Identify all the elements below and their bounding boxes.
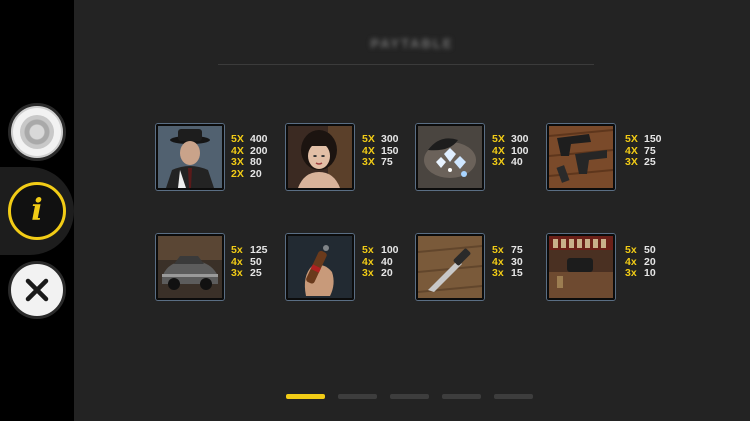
- sidebar: i: [0, 0, 74, 421]
- multiplier: 5X: [492, 133, 505, 145]
- page-indicator: [286, 394, 533, 399]
- multiplier: 3x: [625, 267, 637, 279]
- car-symbol-image: [158, 236, 222, 298]
- page-dot-3[interactable]: [390, 394, 429, 399]
- symbol-tile-pistols: [547, 124, 615, 190]
- payout: 100: [381, 244, 399, 256]
- page-title: PAYTABLE: [370, 36, 454, 51]
- pay-row: 5X 150: [625, 133, 662, 146]
- payout: 25: [250, 267, 262, 279]
- pay-row: 3X 75: [362, 156, 399, 169]
- payout: 300: [381, 133, 399, 145]
- payout: 80: [250, 156, 262, 168]
- payout: 75: [381, 156, 393, 168]
- settings-icon: [20, 115, 54, 149]
- pays-knife: 5x 75 4x 30 3x 15: [492, 244, 523, 280]
- multiplier: 3X: [231, 156, 244, 168]
- symbol-tile-bar: [547, 234, 615, 300]
- page-dot-4[interactable]: [442, 394, 481, 399]
- knife-symbol-image: [418, 236, 482, 298]
- pay-row: 5x 75: [492, 244, 523, 257]
- settings-button[interactable]: [8, 103, 66, 161]
- multiplier: 3x: [492, 267, 504, 279]
- multiplier: 5x: [625, 244, 637, 256]
- payout: 300: [511, 133, 529, 145]
- pay-row: 3X 25: [625, 156, 662, 169]
- payout: 50: [644, 244, 656, 256]
- multiplier: 3x: [362, 267, 374, 279]
- multiplier: 2X: [231, 167, 244, 180]
- pays-gangster: 5X 400 4X 200 3X 80 2X 20: [231, 133, 268, 181]
- payout: 400: [250, 133, 268, 145]
- payout: 20: [381, 267, 393, 279]
- multiplier: 5x: [231, 244, 243, 256]
- gangster-symbol-image: [158, 126, 222, 188]
- payout: 10: [644, 267, 656, 279]
- info-button[interactable]: i: [8, 182, 66, 240]
- pay-row: 3X 40: [492, 156, 529, 169]
- page-dot-2[interactable]: [338, 394, 377, 399]
- close-button[interactable]: [8, 261, 66, 319]
- pay-row: 3x 20: [362, 267, 399, 280]
- close-icon: [25, 278, 49, 302]
- symbol-tile-cigar: [286, 234, 354, 300]
- pistols-symbol-image: [549, 126, 613, 188]
- diamonds-symbol-image: [418, 126, 482, 188]
- symbol-tile-car: [156, 234, 224, 300]
- symbol-tile-knife: [416, 234, 484, 300]
- multiplier: 5x: [362, 244, 374, 256]
- pays-diamonds: 5X 300 4X 100 3X 40: [492, 133, 529, 169]
- payout: 20: [250, 167, 262, 180]
- page-dot-1[interactable]: [286, 394, 325, 399]
- pay-row: 5X 300: [492, 133, 529, 146]
- pays-car: 5x 125 4x 50 3x 25: [231, 244, 268, 280]
- pays-woman: 5X 300 4X 150 3X 75: [362, 133, 399, 169]
- pays-bar: 5x 50 4x 20 3x 10: [625, 244, 656, 280]
- multiplier: 5X: [625, 133, 638, 145]
- pay-row: 5X 400: [231, 133, 268, 146]
- payout: 25: [644, 156, 656, 168]
- pay-row: 3X 80: [231, 156, 268, 169]
- multiplier: 3X: [492, 156, 505, 168]
- symbol-tile-gangster: [156, 124, 224, 190]
- cigar-symbol-image: [288, 236, 352, 298]
- title-divider: [218, 64, 594, 65]
- symbol-tile-woman: [286, 124, 354, 190]
- payout: 150: [644, 133, 662, 145]
- multiplier: 5X: [362, 133, 375, 145]
- pay-row: 2X 20: [231, 167, 268, 181]
- pays-cigar: 5x 100 4x 40 3x 20: [362, 244, 399, 280]
- payout: 125: [250, 244, 268, 256]
- multiplier: 5X: [231, 133, 244, 145]
- woman-symbol-image: [288, 126, 352, 188]
- pay-row: 5x 100: [362, 244, 399, 257]
- multiplier: 3X: [362, 156, 375, 168]
- multiplier: 3X: [625, 156, 638, 168]
- info-icon: i: [31, 193, 43, 228]
- pay-row: 3x 15: [492, 267, 523, 280]
- pay-row: 5x 125: [231, 244, 268, 257]
- symbol-tile-diamonds: [416, 124, 484, 190]
- payout: 75: [511, 244, 523, 256]
- pay-row: 5X 300: [362, 133, 399, 146]
- payout: 15: [511, 267, 523, 279]
- bar-symbol-image: [549, 236, 613, 298]
- pay-row: 3x 25: [231, 267, 268, 280]
- paytable-panel: PAYTABLE 5X 400 4X 200 3X 80 2X 20 5X 30…: [74, 0, 750, 421]
- multiplier: 3x: [231, 267, 243, 279]
- payout: 40: [511, 156, 523, 168]
- multiplier: 5x: [492, 244, 504, 256]
- pay-row: 3x 10: [625, 267, 656, 280]
- pays-pistols: 5X 150 4X 75 3X 25: [625, 133, 662, 169]
- page-dot-5[interactable]: [494, 394, 533, 399]
- pay-row: 5x 50: [625, 244, 656, 257]
